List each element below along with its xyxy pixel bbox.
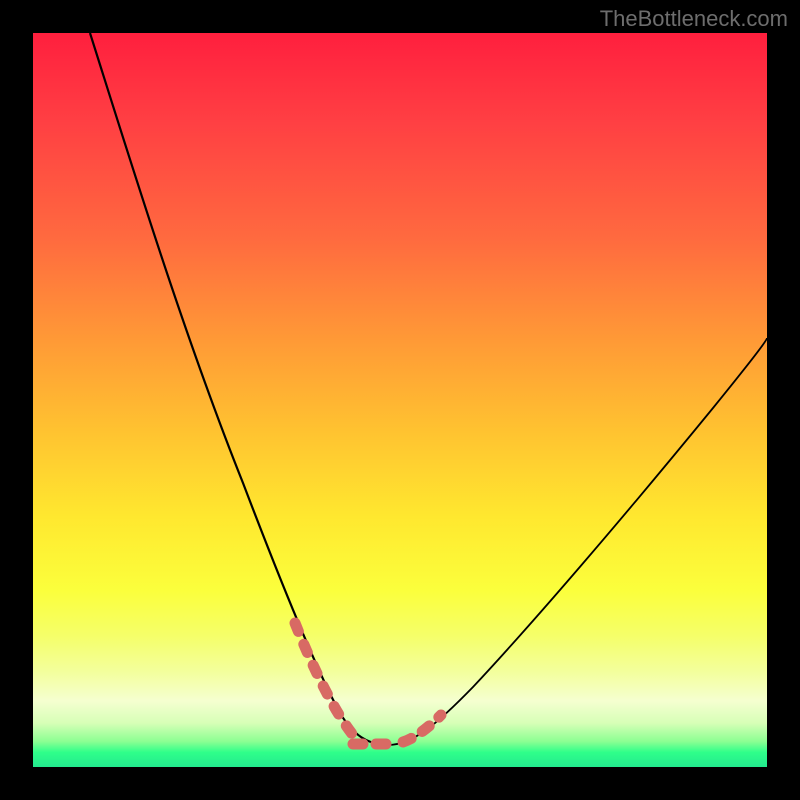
left-curve — [90, 33, 388, 745]
curve-layer — [33, 33, 767, 767]
watermark-text: TheBottleneck.com — [600, 6, 788, 32]
plot-area — [33, 33, 767, 767]
right-curve — [388, 338, 767, 745]
markers-left-segment — [295, 623, 355, 738]
markers-right-segment — [403, 715, 441, 742]
chart-frame: TheBottleneck.com — [0, 0, 800, 800]
